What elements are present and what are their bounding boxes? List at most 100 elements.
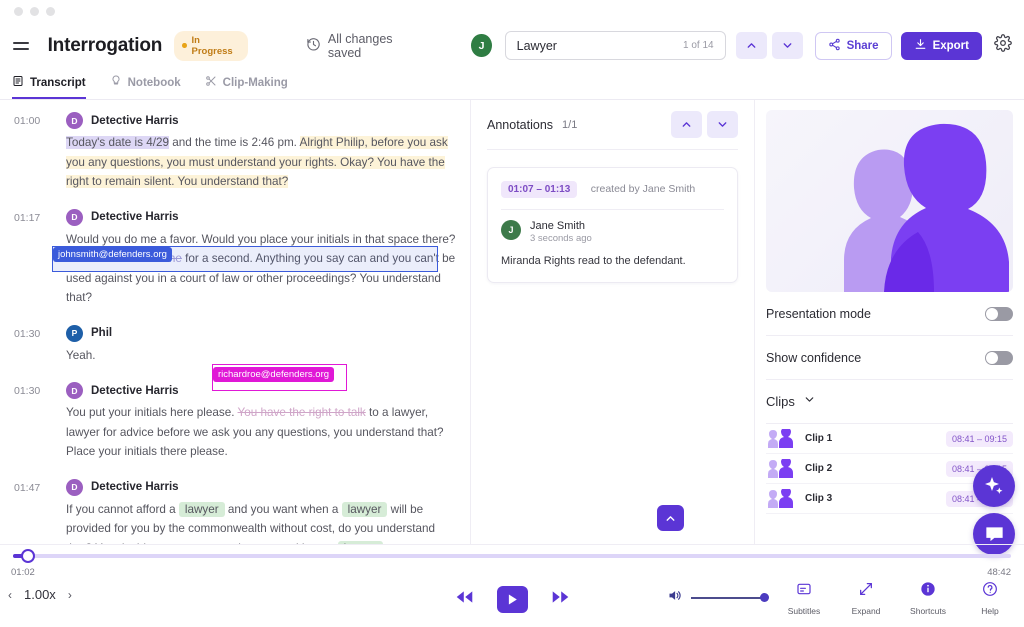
entry-segment-highlight: Today's date is 4/29 [66,136,169,149]
share-button-label: Share [846,39,879,52]
tab-notebook[interactable]: Notebook [110,75,181,99]
mention-chip-richardroe[interactable]: richardroe@defenders.org [213,367,335,382]
annotation-card[interactable]: 01:07 – 01:13 created by Jane Smith J Ja… [487,167,738,283]
play-button[interactable] [496,586,528,613]
clip-time-range: 08:41 – 09:15 [945,430,1013,447]
volume-control[interactable] [667,581,769,608]
clip-name: Clip 3 [805,493,833,504]
expand-label: Expand [851,606,881,616]
search-nav [735,32,803,59]
help-label: Help [981,606,999,616]
export-button[interactable]: Export [900,31,982,60]
search-result-count: 1 of 14 [683,40,714,51]
speaker-name: Detective Harris [91,114,179,127]
annotations-title: Annotations [487,117,554,132]
annotations-panel: Annotations 1/1 01:07 – 01:13 created by… [470,100,755,544]
annotations-nav [671,111,738,138]
transcript-entry[interactable]: 01:30 D Detective Harris You put your in… [14,382,456,462]
info-icon [920,581,936,602]
clips-title: Clips [766,394,795,409]
entry-text: Yeah. [66,348,96,362]
speaker-name: Detective Harris [91,384,179,397]
status-badge-label: In Progress [191,34,233,57]
transcript-entry[interactable]: 01:30 P Phil Yeah. [14,324,456,366]
timeline-scrubber[interactable] [13,549,1011,563]
share-button[interactable]: Share [814,31,892,60]
annotation-comment-author: J Jane Smith 3 seconds ago [501,220,724,244]
search-next-button[interactable] [771,32,803,59]
video-thumbnail[interactable] [766,110,1013,292]
main-body: 01:00 D Detective Harris Today's date is… [0,100,1024,555]
tab-notebook-label: Notebook [127,76,181,89]
speaker-avatar: D [66,112,83,129]
volume-slider[interactable] [691,593,769,602]
rewind-icon[interactable] [456,590,473,609]
status-badge: In Progress [174,30,248,61]
entry-segment: and you want when a [224,502,342,516]
hamburger-icon[interactable] [10,33,34,59]
save-status-label: All changes saved [327,31,393,60]
entry-segment: You put your initials here please. [66,406,238,419]
app-window: Interrogation In Progress All changes sa… [0,0,1024,627]
search-prev-button[interactable] [735,32,767,59]
setting-show-confidence[interactable]: Show confidence [766,336,1013,380]
subtitles-label: Subtitles [787,606,821,616]
gear-icon[interactable] [994,34,1012,57]
entry-timestamp: 01:30 [14,327,41,340]
speaker-avatar: D [66,208,83,226]
player-right-controls: Subtitles Expand Shortcuts Help [667,581,1014,616]
transcript-entry[interactable]: 01:47 D Detective Harris If you cannot a… [14,478,456,544]
window-minimize-dot[interactable] [30,6,39,16]
avatar[interactable]: J [471,34,492,57]
search-match-highlight: lawyer [178,501,225,517]
fast-forward-icon[interactable] [552,590,569,609]
presentation-mode-toggle[interactable] [985,306,1013,321]
setting-presentation-mode[interactable]: Presentation mode [766,292,1013,336]
expand-button[interactable]: Expand [842,581,890,616]
clip-list-item[interactable]: Clip 1 08:41 – 09:15 [766,424,1013,454]
setting-label: Show confidence [766,350,862,365]
transcript-panel[interactable]: 01:00 D Detective Harris Today's date is… [0,100,470,544]
avatar: J [501,220,521,240]
scroll-to-top-button[interactable] [657,505,684,531]
volume-icon[interactable] [667,588,682,608]
entry-segment: and the time is 2:46 pm. [168,136,300,149]
transcript-entry[interactable]: 01:00 D Detective Harris Today's date is… [14,112,456,192]
annotation-prev-button[interactable] [671,111,702,138]
expand-icon [858,581,874,602]
entry-speaker: D Detective Harris [66,478,456,496]
search-input[interactable]: Lawyer 1 of 14 [504,31,726,60]
annotation-time-range: 01:07 – 01:13 [501,181,578,198]
window-close-dot[interactable] [14,6,23,16]
show-confidence-toggle[interactable] [985,350,1013,365]
clip-thumbnail-icon [766,488,796,508]
page-title: Interrogation [47,34,163,56]
entry-text: If you cannot afford a lawyer and you wa… [66,500,456,544]
entry-timestamp: 01:47 [14,481,41,494]
help-icon [982,581,998,602]
annotation-creator: created by Jane Smith [590,183,696,195]
mention-chip-johnsmith[interactable]: johnsmith@defenders.org [53,247,172,262]
ai-assistant-button[interactable] [973,465,1015,507]
speaker-name: Detective Harris [91,211,179,223]
shortcuts-button[interactable]: Shortcuts [904,581,952,616]
entry-segment-strikethrough: You have the right to talk [237,406,366,419]
timeline-handle[interactable] [21,549,35,563]
clips-section-header[interactable]: Clips [766,380,1013,424]
clip-thumbnail-icon [766,428,796,448]
help-button[interactable]: Help [966,581,1014,616]
app-header: Interrogation In Progress All changes sa… [0,22,1024,69]
tab-clip-making[interactable]: Clip-Making [205,75,288,99]
comment-body: Miranda Rights read to the defendant. [501,255,686,267]
window-chrome [0,0,1024,22]
lightbulb-icon [110,75,122,90]
speaker-avatar: P [66,324,83,342]
annotation-next-button[interactable] [707,111,738,138]
speaker-name: Phil [91,327,113,339]
volume-handle[interactable] [760,593,769,602]
clip-thumbnail-icon [766,458,796,478]
subtitles-button[interactable]: Subtitles [780,581,828,616]
tab-transcript[interactable]: Transcript [12,75,86,99]
subtitles-icon [796,581,812,602]
window-maximize-dot[interactable] [46,6,55,16]
